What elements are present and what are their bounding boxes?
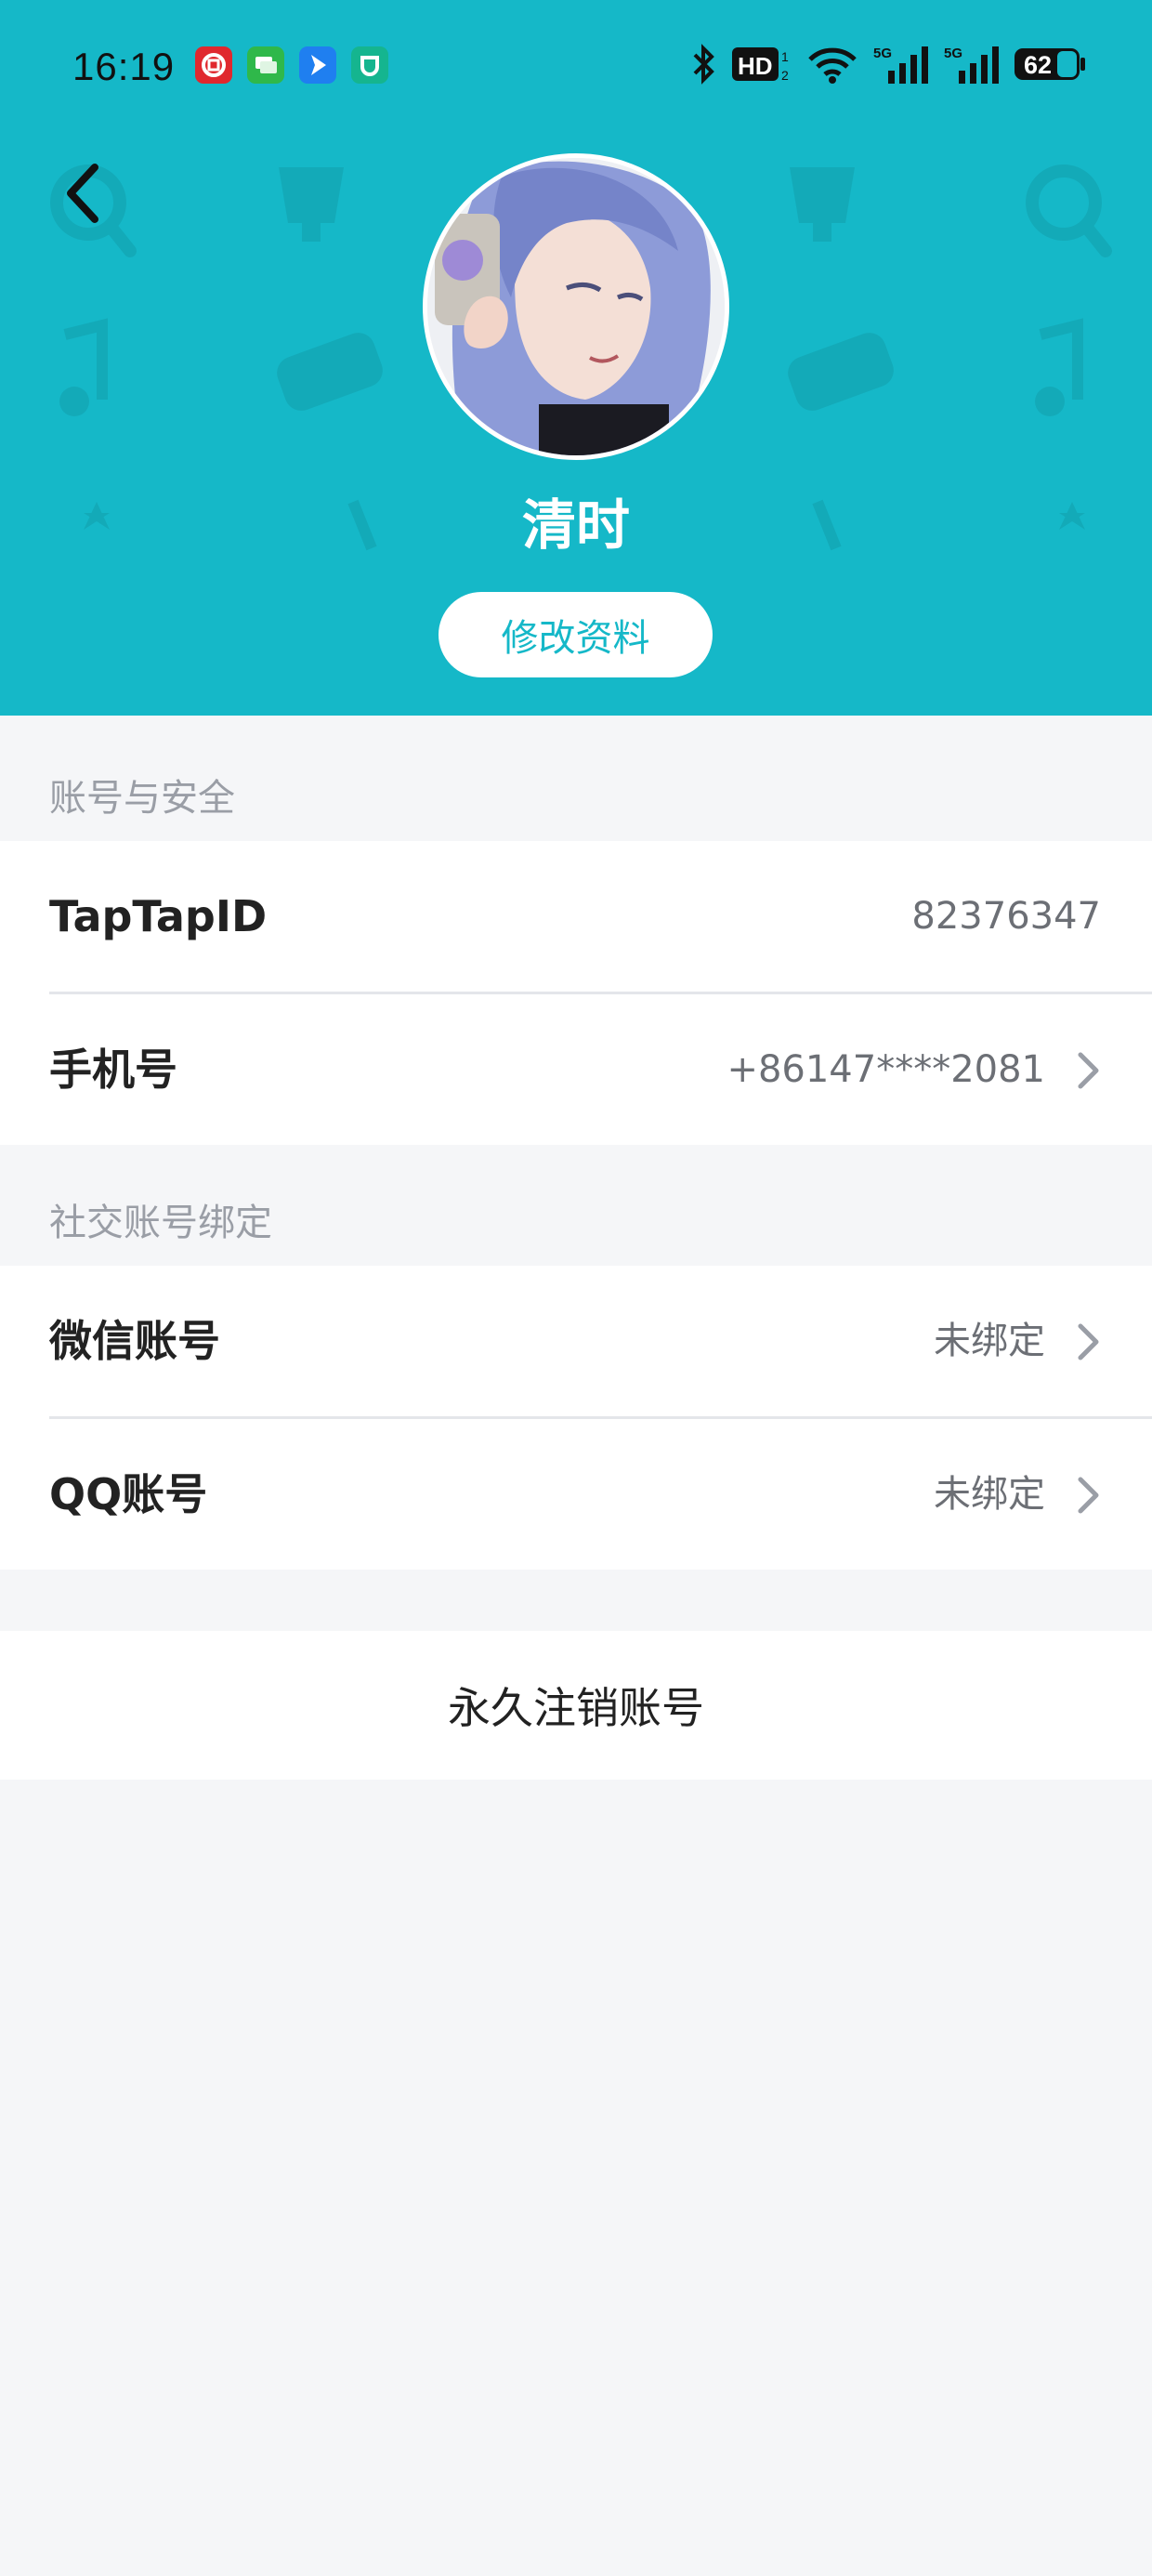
username: 清时 [521, 493, 630, 557]
hd-icon: HD 1 2 [732, 47, 789, 83]
mi-home-icon [351, 46, 388, 84]
status-icons: HD 1 2 5G 5G 62 [689, 43, 1087, 85]
status-time: 16:19 [72, 45, 176, 88]
phone-number-value: +86147****2081 [727, 1048, 1045, 1091]
svg-text:5G: 5G [944, 46, 962, 61]
avatar[interactable] [423, 153, 729, 460]
back-arrow-icon[interactable] [58, 160, 113, 227]
phone-number-label: 手机号 [49, 1045, 177, 1095]
bluetooth-icon [693, 44, 714, 85]
svg-text:5G: 5G [873, 46, 892, 61]
qq-account-row[interactable]: QQ账号 未绑定 [49, 1416, 1152, 1570]
taptap-id-label: TapTapID [49, 891, 268, 941]
wechat-account-label: 微信账号 [49, 1316, 220, 1366]
svg-text:1: 1 [781, 49, 789, 64]
chevron-right-icon [1078, 1477, 1099, 1514]
edit-profile-button[interactable]: 修改资料 [439, 592, 713, 677]
signal-5g-icon: 5G [873, 46, 928, 84]
section-title-social-binding: 社交账号绑定 [49, 1202, 272, 1244]
delete-account-button[interactable]: 永久注销账号 [0, 1631, 1152, 1780]
qq-account-status: 未绑定 [934, 1473, 1045, 1516]
profile-header: 16:19 HD 1 2 5G 5G 62 清时 修改资料 [0, 0, 1152, 716]
navigation-icon [299, 46, 336, 84]
svg-text:62: 62 [1024, 51, 1052, 79]
signal-5g-icon: 5G [944, 46, 999, 84]
chevron-right-icon [1078, 1323, 1099, 1360]
status-bar: 16:19 HD 1 2 5G 5G 62 [0, 0, 1152, 139]
bank-icon [195, 46, 232, 84]
svg-text:HD: HD [738, 52, 773, 80]
battery-icon: 62 [1015, 48, 1085, 80]
wechat-account-row[interactable]: 微信账号 未绑定 [0, 1266, 1152, 1416]
wifi-icon [808, 47, 857, 84]
svg-text:2: 2 [781, 68, 789, 83]
taptap-id-row: TapTapID 82376347 [0, 841, 1152, 992]
account-security-group: TapTapID 82376347 手机号 +86147****2081 [0, 841, 1152, 1145]
avatar-illustration [427, 158, 725, 455]
delete-account-label: 永久注销账号 [448, 1683, 704, 1733]
wechat-account-status: 未绑定 [934, 1320, 1045, 1362]
social-binding-group: 微信账号 未绑定 QQ账号 未绑定 [0, 1266, 1152, 1570]
phone-number-row[interactable]: 手机号 +86147****2081 [49, 992, 1152, 1145]
section-title-account-security: 账号与安全 [49, 777, 235, 820]
chevron-right-icon [1078, 1052, 1099, 1089]
taptap-id-value: 82376347 [911, 895, 1101, 938]
qq-account-label: QQ账号 [49, 1469, 208, 1519]
edit-profile-label: 修改资料 [501, 617, 650, 660]
message-icon [247, 46, 284, 84]
